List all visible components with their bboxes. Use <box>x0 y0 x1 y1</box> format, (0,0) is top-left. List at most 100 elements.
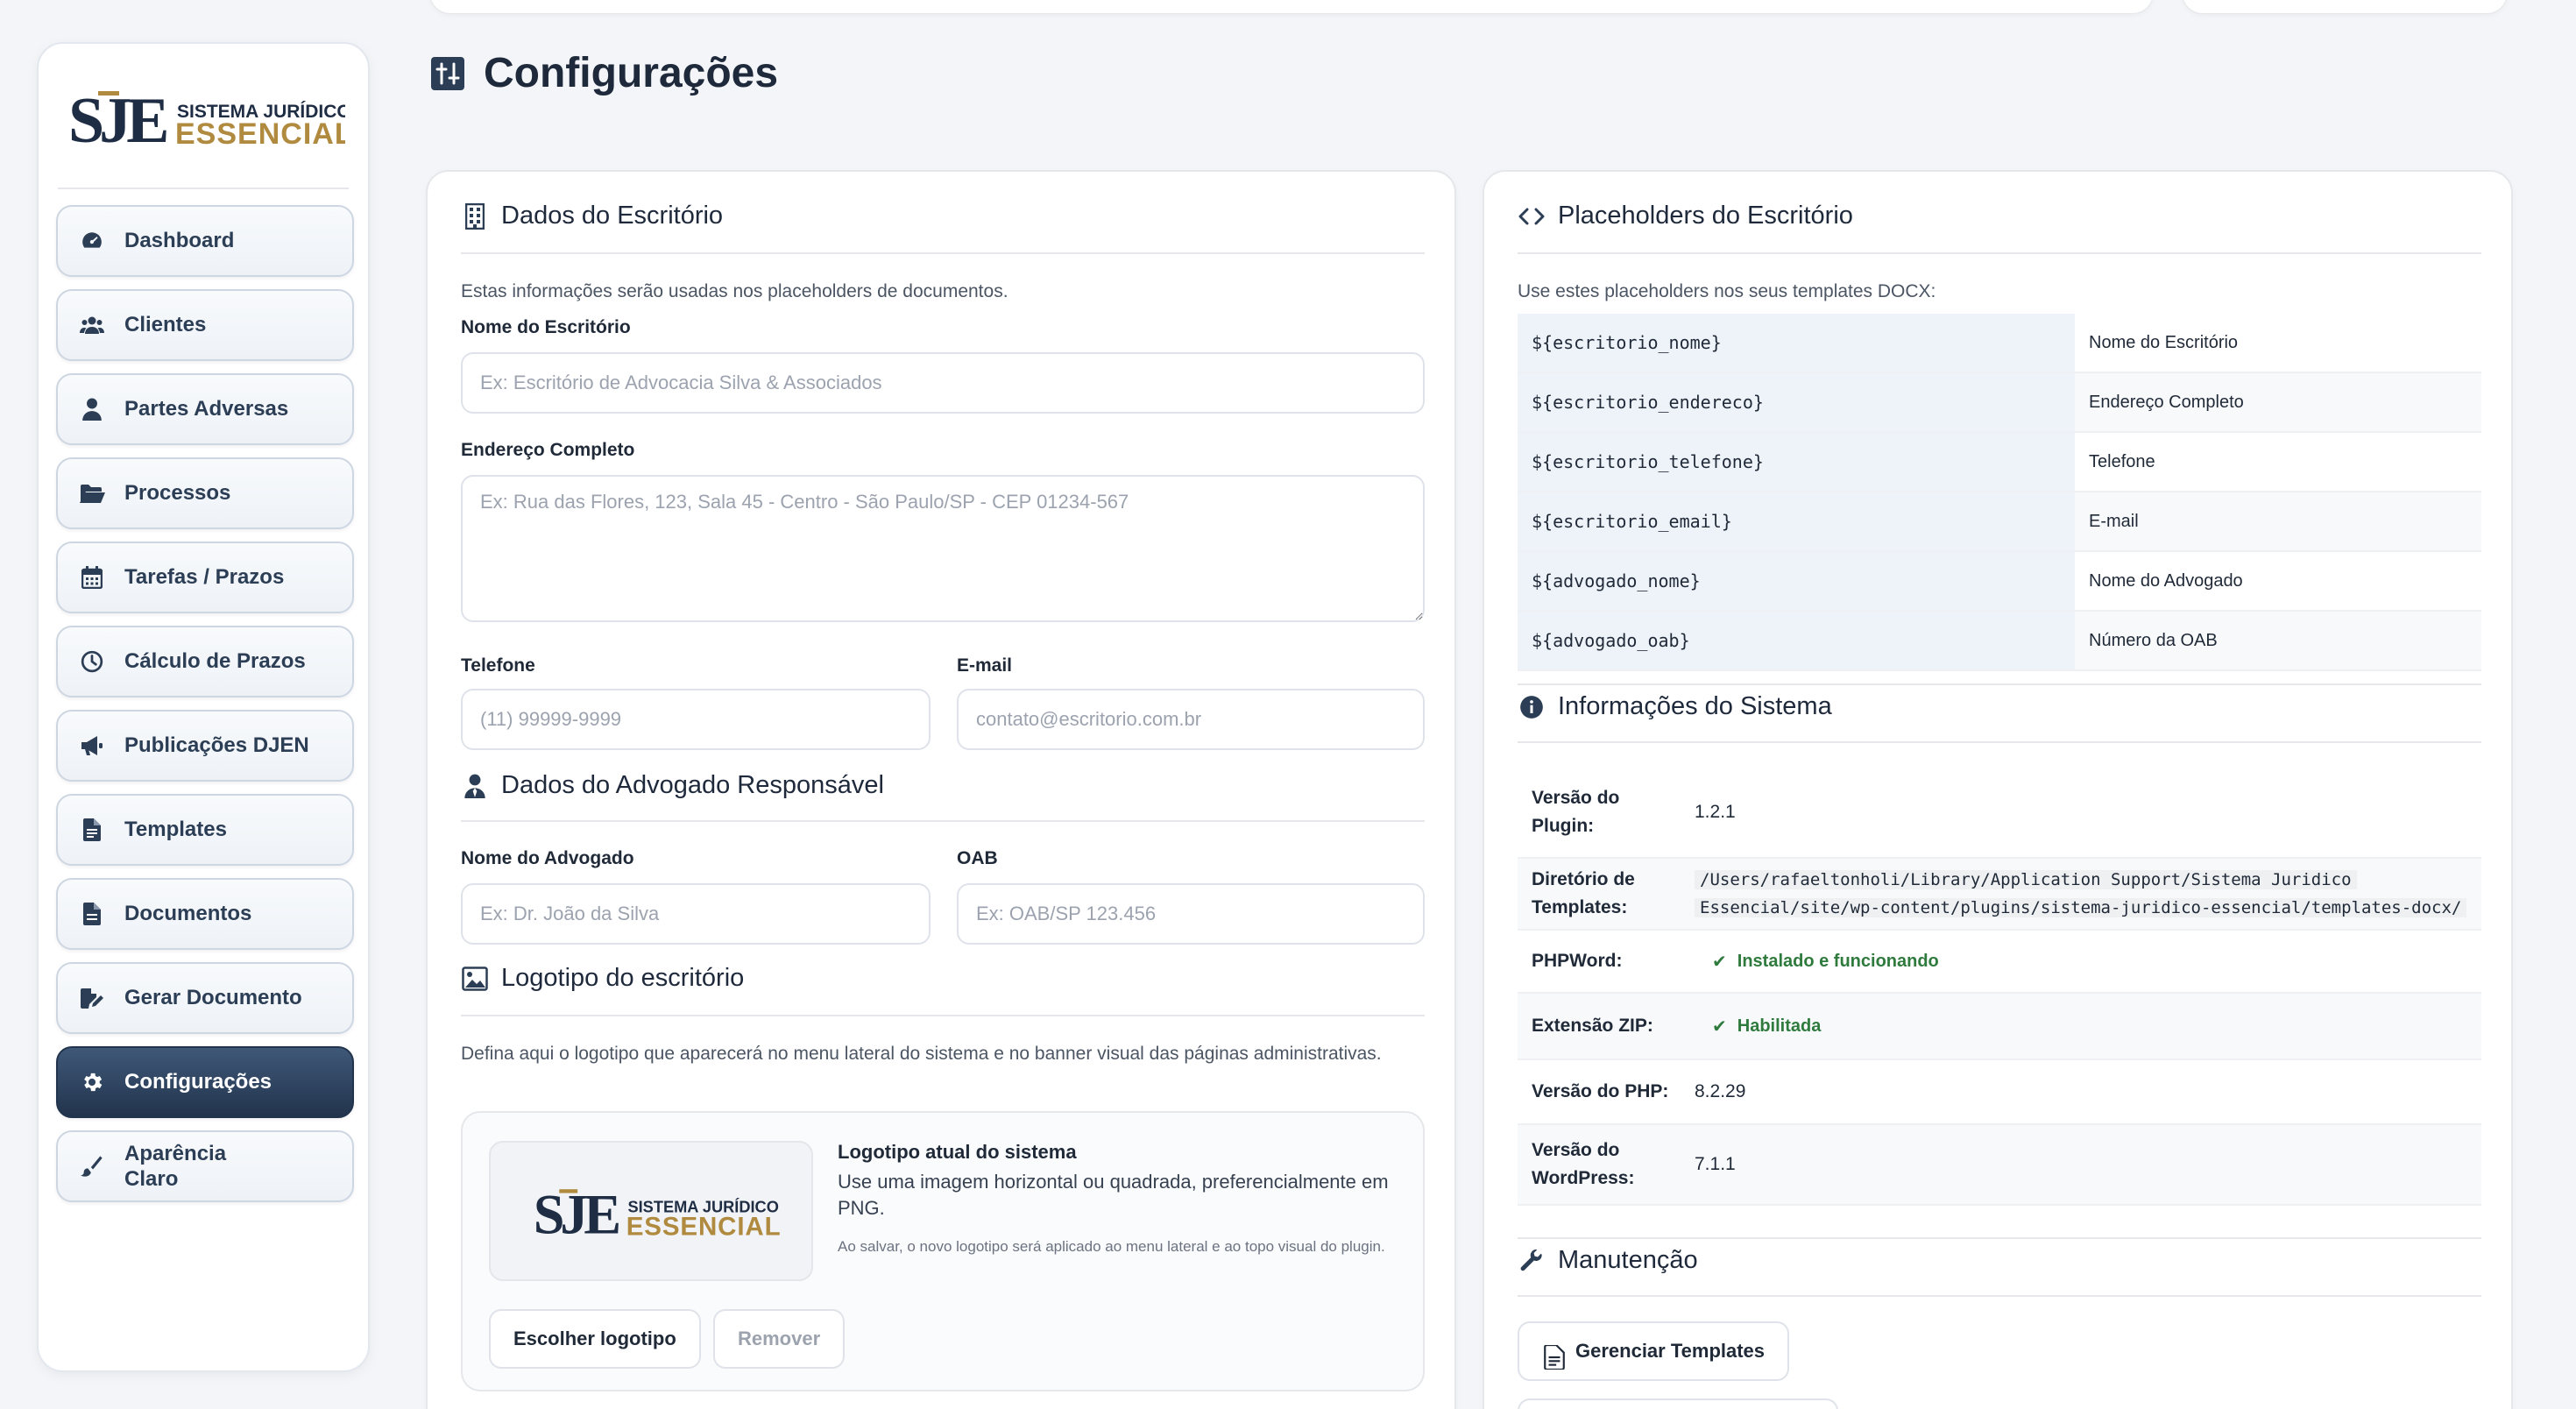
office-email-input[interactable] <box>957 689 1425 750</box>
info-key: Versão do PHP: <box>1532 1081 1669 1101</box>
table-row: ${escritorio_endereco} Endereço Completo <box>1518 373 2481 433</box>
placeholder-code[interactable]: ${escritorio_telefone} <box>1518 433 2075 491</box>
manage-templates-button[interactable]: Gerenciar Templates <box>1518 1321 1790 1381</box>
table-row: Versão do PHP: 8.2.29 <box>1518 1060 2481 1125</box>
sidebar-item-tarefas-prazos[interactable]: Tarefas / Prazos <box>56 542 354 613</box>
phpword-status: ✔ Instalado e funcionando <box>1712 951 1939 972</box>
lawyer-name-label: Nome do Advogado <box>461 848 634 868</box>
php-version: 8.2.29 <box>1695 1081 1746 1101</box>
svg-text:SJE: SJE <box>68 86 166 152</box>
placeholder-desc: Nome do Escritório <box>2089 332 2239 352</box>
divider <box>1518 741 2481 743</box>
table-row: ${escritorio_nome} Nome do Escritório <box>1518 314 2481 373</box>
office-description: Estas informações serão usadas nos place… <box>461 281 1008 301</box>
user-tie-icon <box>461 772 489 800</box>
table-row: Versão do Plugin: 1.2.1 <box>1518 768 2481 859</box>
placeholder-code[interactable]: ${advogado_oab} <box>1518 612 2075 669</box>
brand-line2: ESSENCIAL <box>175 117 345 151</box>
lawyer-section-header: Dados do Advogado Responsável <box>461 771 884 800</box>
lawyer-section-title: Dados do Advogado Responsável <box>501 771 884 799</box>
office-phone-input[interactable] <box>461 689 931 750</box>
current-logo-text: Use uma imagem horizontal ou quadrada, p… <box>838 1171 1389 1219</box>
divider <box>461 252 1425 254</box>
sidebar-item-label: Documentos <box>124 902 252 925</box>
current-logo-note: Ao salvar, o novo logotipo será aplicado… <box>838 1238 1385 1255</box>
choose-logo-button[interactable]: Escolher logotipo <box>489 1309 701 1369</box>
appearance-toggle[interactable]: Aparência Claro <box>56 1130 354 1202</box>
table-row: Extensão ZIP: ✔ Habilitada <box>1518 994 2481 1060</box>
manage-templates-label: Gerenciar Templates <box>1575 1340 1766 1362</box>
logo-description: Defina aqui o logotipo que aparecerá no … <box>461 1044 1382 1064</box>
brand-logo[interactable]: SJE SISTEMA JURÍDICO ESSENCIAL <box>68 86 345 152</box>
page-header: Configurações <box>431 49 778 97</box>
office-address-label: Endereço Completo <box>461 440 635 460</box>
maintenance-section-header: Manutenção <box>1518 1246 1698 1275</box>
placeholder-code[interactable]: ${escritorio_nome} <box>1518 314 2075 372</box>
placeholder-desc: Endereço Completo <box>2075 373 2481 431</box>
sidebar-item-clientes[interactable]: Clientes <box>56 289 354 361</box>
divider <box>1518 1237 2481 1239</box>
current-logo-title: Logotipo atual do sistema <box>838 1141 1077 1163</box>
sidebar-item-publicacoes-djen[interactable]: Publicações DJEN <box>56 710 354 782</box>
calendar-icon <box>79 564 105 591</box>
appearance-label: Aparência <box>124 1142 227 1165</box>
sidebar-item-documentos[interactable]: Documentos <box>56 878 354 950</box>
brush-icon <box>79 1153 105 1179</box>
building-icon <box>461 202 489 230</box>
office-phone-label: Telefone <box>461 655 535 676</box>
lawyer-name-input[interactable] <box>461 883 931 945</box>
info-circle-icon <box>1518 693 1546 721</box>
system-info-table: Versão do Plugin: 1.2.1 Diretório de Templ… <box>1518 768 2481 1206</box>
sidebar-item-dashboard[interactable]: Dashboard <box>56 205 354 277</box>
wordpress-version: 7.1.1 <box>1695 1154 1736 1174</box>
user-icon <box>79 396 105 422</box>
system-info-title: Informações do Sistema <box>1558 692 1832 720</box>
maintenance-title: Manutenção <box>1558 1246 1698 1274</box>
placeholder-desc: Telefone <box>2089 451 2155 471</box>
code-icon <box>1518 202 1546 230</box>
sidebar-item-partes-adversas[interactable]: Partes Adversas <box>56 373 354 445</box>
placeholders-section-title: Placeholders do Escritório <box>1558 202 1853 230</box>
phpword-value: ✔ Instalado e funcionando <box>1695 951 2481 973</box>
sidebar-item-processos[interactable]: Processos <box>56 457 354 529</box>
sidebar-item-label: Cálculo de Prazos <box>124 649 306 673</box>
divider <box>461 1015 1425 1016</box>
secondary-maintenance-button[interactable] <box>1518 1398 1838 1409</box>
file-pen-icon <box>79 985 105 1011</box>
table-row: Versão do WordPress: 7.1.1 <box>1518 1125 2481 1206</box>
info-key: PHPWord: <box>1532 951 1623 971</box>
sidebar-item-configuracoes[interactable]: Configurações <box>56 1046 354 1118</box>
file-lines-icon <box>79 817 105 843</box>
placeholder-code[interactable]: ${escritorio_endereco} <box>1518 373 2075 431</box>
divider <box>1518 252 2481 254</box>
remove-logo-button[interactable]: Remover <box>713 1309 846 1369</box>
sidebar-item-label: Publicações DJEN <box>124 733 309 757</box>
info-key: Extensão ZIP: <box>1532 1016 1653 1036</box>
sidebar-item-gerar-documento[interactable]: Gerar Documento <box>56 962 354 1034</box>
wrench-icon <box>1518 1247 1546 1275</box>
sidebar-item-templates[interactable]: Templates <box>56 794 354 866</box>
divider <box>461 820 1425 822</box>
office-name-input[interactable] <box>461 352 1425 414</box>
table-row: ${escritorio_email} E-mail <box>1518 492 2481 552</box>
placeholder-code[interactable]: ${escritorio_email} <box>1518 492 2075 550</box>
sidebar-item-label: Processos <box>124 481 231 505</box>
sidebar-item-label: Configurações <box>124 1070 272 1094</box>
placeholder-code[interactable]: ${advogado_nome} <box>1518 552 2075 610</box>
system-info-section-header: Informações do Sistema <box>1518 692 1832 721</box>
oab-label: OAB <box>957 848 998 868</box>
sidebar-item-label: Dashboard <box>124 229 235 252</box>
folder-open-icon <box>79 480 105 506</box>
sidebar-item-label: Templates <box>124 818 227 841</box>
table-row: ${escritorio_telefone} Telefone <box>1518 433 2481 492</box>
gauge-icon <box>79 228 105 254</box>
sidebar-item-calculo-prazos[interactable]: Cálculo de Prazos <box>56 626 354 697</box>
placeholder-desc: E-mail <box>2075 492 2481 550</box>
oab-input[interactable] <box>957 883 1425 945</box>
placeholders-table: ${escritorio_nome} Nome do Escritório ${e… <box>1518 314 2481 671</box>
top-card-right <box>2182 0 2508 14</box>
office-address-input[interactable] <box>461 475 1425 622</box>
appearance-value: Claro <box>124 1167 179 1191</box>
logo-preview-image: SJE SISTEMA JURÍDICO ESSENCIAL <box>534 1185 781 1243</box>
check-icon: ✔ <box>1712 1016 1727 1037</box>
